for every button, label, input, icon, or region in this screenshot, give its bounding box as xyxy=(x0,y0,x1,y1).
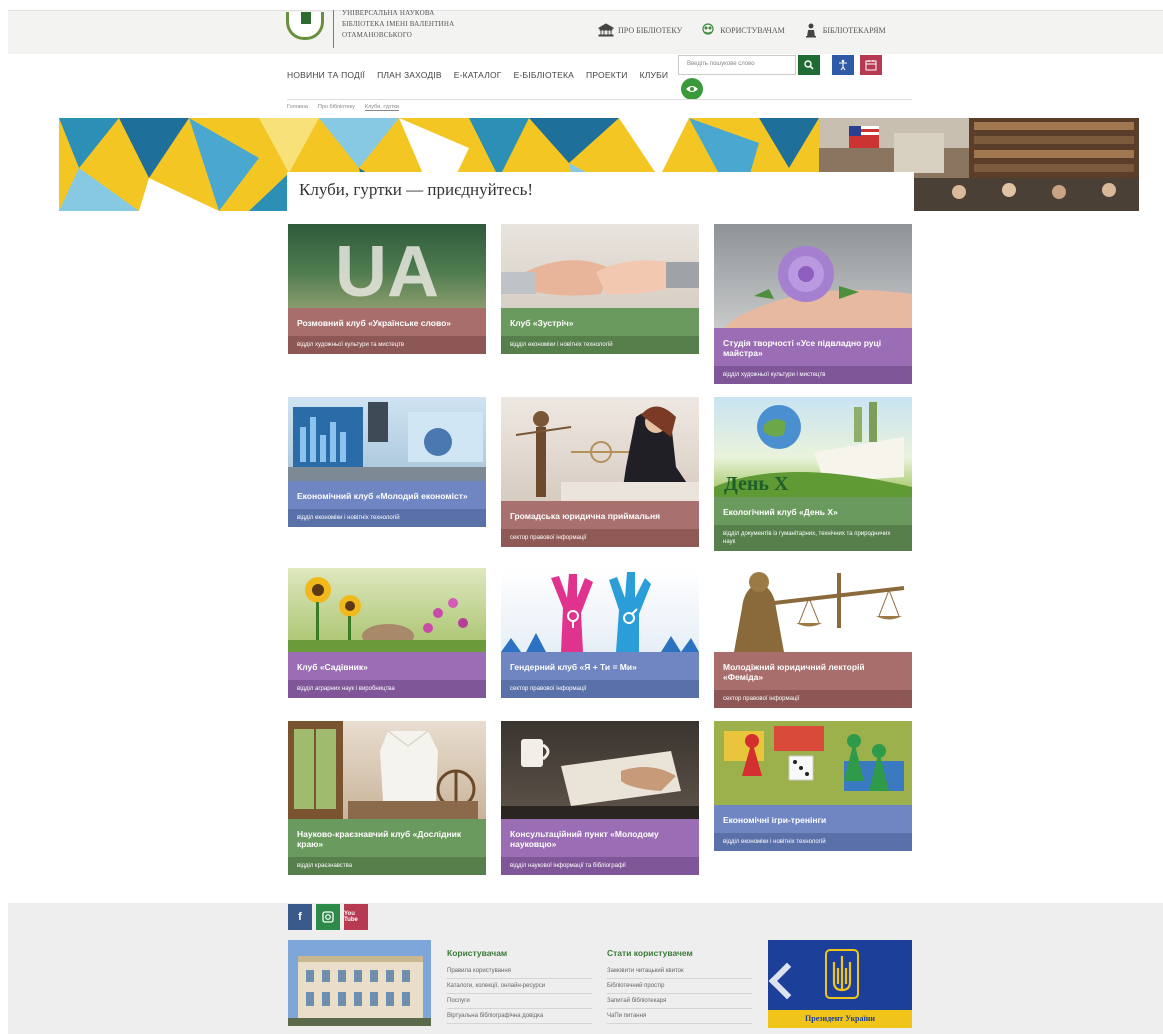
top-header xyxy=(8,10,1163,54)
top-link-about[interactable]: Про бібліотеку xyxy=(598,22,682,38)
footer-link[interactable]: Каталоги, колекції, онлайн-ресурси xyxy=(447,979,592,994)
users-icon xyxy=(702,23,714,35)
page-title: Клуби, гуртки — приєднуйтесь! xyxy=(287,172,914,212)
chevron-left-icon[interactable] xyxy=(768,962,806,1000)
calendar-button[interactable] xyxy=(860,55,882,75)
librarian-icon xyxy=(805,23,816,38)
club-card[interactable]: Гендерний клуб «Я + Ти = Ми» сектор прав… xyxy=(501,568,699,698)
card-image xyxy=(501,721,699,819)
nav-divider xyxy=(287,99,912,100)
library-name[interactable]: Універсальна наукова бібліотека імені Ва… xyxy=(342,8,454,41)
card-image xyxy=(288,721,486,819)
club-card[interactable]: UA Розмовний клуб «Українське слово» від… xyxy=(288,224,486,354)
card-image xyxy=(501,397,699,501)
card-image xyxy=(288,568,486,652)
breadcrumb: Головна Про бібліотеку Клуби, гуртки xyxy=(287,104,400,111)
nav-item-projects[interactable]: Проекти xyxy=(586,70,628,80)
breadcrumb-about[interactable]: Про бібліотеку xyxy=(318,104,355,111)
nav-item-ecatalog[interactable]: Е-каталог xyxy=(454,70,502,80)
card-image-text: День Х xyxy=(724,473,789,495)
footer-users-column: Користувачам Правила користування Катало… xyxy=(447,948,592,1024)
youtube-button[interactable]: You Tube xyxy=(344,904,368,930)
eye-icon xyxy=(686,86,698,92)
nav-item-clubs[interactable]: Клуби xyxy=(640,70,669,80)
youtube-icon: You Tube xyxy=(344,911,358,923)
instagram-icon: ig xyxy=(322,911,334,923)
club-card[interactable]: Молодіжний юридичний лекторій «Феміда» с… xyxy=(714,568,912,708)
accessibility-button[interactable] xyxy=(832,55,854,75)
club-card[interactable]: Економічні ігри-тренінги відділ економік… xyxy=(714,721,912,851)
search-icon xyxy=(804,60,814,70)
facebook-icon: f xyxy=(298,911,302,923)
instagram-button[interactable]: ig xyxy=(316,904,340,930)
club-card[interactable]: Клуб «Садівник» відділ аграрних наук і в… xyxy=(288,568,486,698)
footer-link[interactable]: Правила користування xyxy=(447,964,592,979)
logo-divider xyxy=(333,10,334,48)
search-button[interactable] xyxy=(798,55,820,75)
club-card[interactable]: Клуб «Зустріч» відділ економіки і новітн… xyxy=(501,224,699,354)
footer-col-title: Користувачам xyxy=(447,948,508,958)
club-card[interactable]: Громадська юридична приймальня сектор пр… xyxy=(501,397,699,547)
library-building-photo xyxy=(288,940,431,1026)
main-nav: Новини та події План заходів Е-каталог Е… xyxy=(287,70,668,80)
card-image: День Х xyxy=(714,397,912,497)
club-card[interactable]: Консультаційний пункт «Молодому науковцю… xyxy=(501,721,699,875)
card-image-text: UA xyxy=(335,232,439,308)
top-link-librarians[interactable]: Бібліотекарям xyxy=(803,22,886,38)
nav-item-plan[interactable]: План заходів xyxy=(377,70,442,80)
club-card[interactable]: Студія творчості «Усе підвладно руці май… xyxy=(714,224,912,384)
breadcrumb-current: Клуби, гуртки xyxy=(364,104,400,111)
card-image xyxy=(714,568,912,652)
president-banner[interactable]: Президент України xyxy=(768,940,912,1028)
card-image xyxy=(714,721,912,805)
card-image: UA xyxy=(288,224,486,308)
footer-link[interactable]: Замовити читацький квиток xyxy=(607,964,752,979)
card-image xyxy=(288,397,486,481)
top-links: Про бібліотеку Користувачам Бібліотекаря… xyxy=(598,22,886,38)
footer-col-title: Стати користувачем xyxy=(607,948,693,958)
president-label: Президент України xyxy=(768,1010,912,1028)
club-card[interactable]: Економічний клуб «Молодий економіст» від… xyxy=(288,397,486,527)
accessibility-icon xyxy=(839,59,847,71)
breadcrumb-home[interactable]: Головна xyxy=(287,104,308,111)
nav-item-elibrary[interactable]: Е-бібліотека xyxy=(514,70,574,80)
footer-link[interactable]: Запитай бібліотекаря xyxy=(607,994,752,1009)
search-input[interactable]: Введіть пошукове слово xyxy=(678,55,796,75)
footer-link[interactable]: Віртуальна бібліографічна довідка xyxy=(447,1009,592,1024)
footer-link[interactable]: Бібліотечний простір xyxy=(607,979,752,994)
card-image xyxy=(714,224,912,328)
calendar-icon xyxy=(865,60,877,71)
trident-emblem-icon xyxy=(825,949,859,999)
card-image xyxy=(501,224,699,308)
footer-become-user-column: Стати користувачем Замовити читацький кв… xyxy=(607,948,752,1024)
club-card[interactable]: Науково-краєзнавчий клуб «Дослідник краю… xyxy=(288,721,486,875)
library-building-icon xyxy=(598,23,614,37)
footer-link[interactable]: Послуги xyxy=(447,994,592,1009)
nav-item-news[interactable]: Новини та події xyxy=(287,70,365,80)
facebook-button[interactable]: f xyxy=(288,904,312,930)
footer-link[interactable]: ЧаПи питання xyxy=(607,1009,752,1024)
low-vision-button[interactable] xyxy=(681,78,703,100)
card-image xyxy=(501,568,699,652)
club-card[interactable]: День Х Екологічний клуб «День Х» відділ … xyxy=(714,397,912,551)
top-link-users[interactable]: Користувачам xyxy=(700,22,785,38)
